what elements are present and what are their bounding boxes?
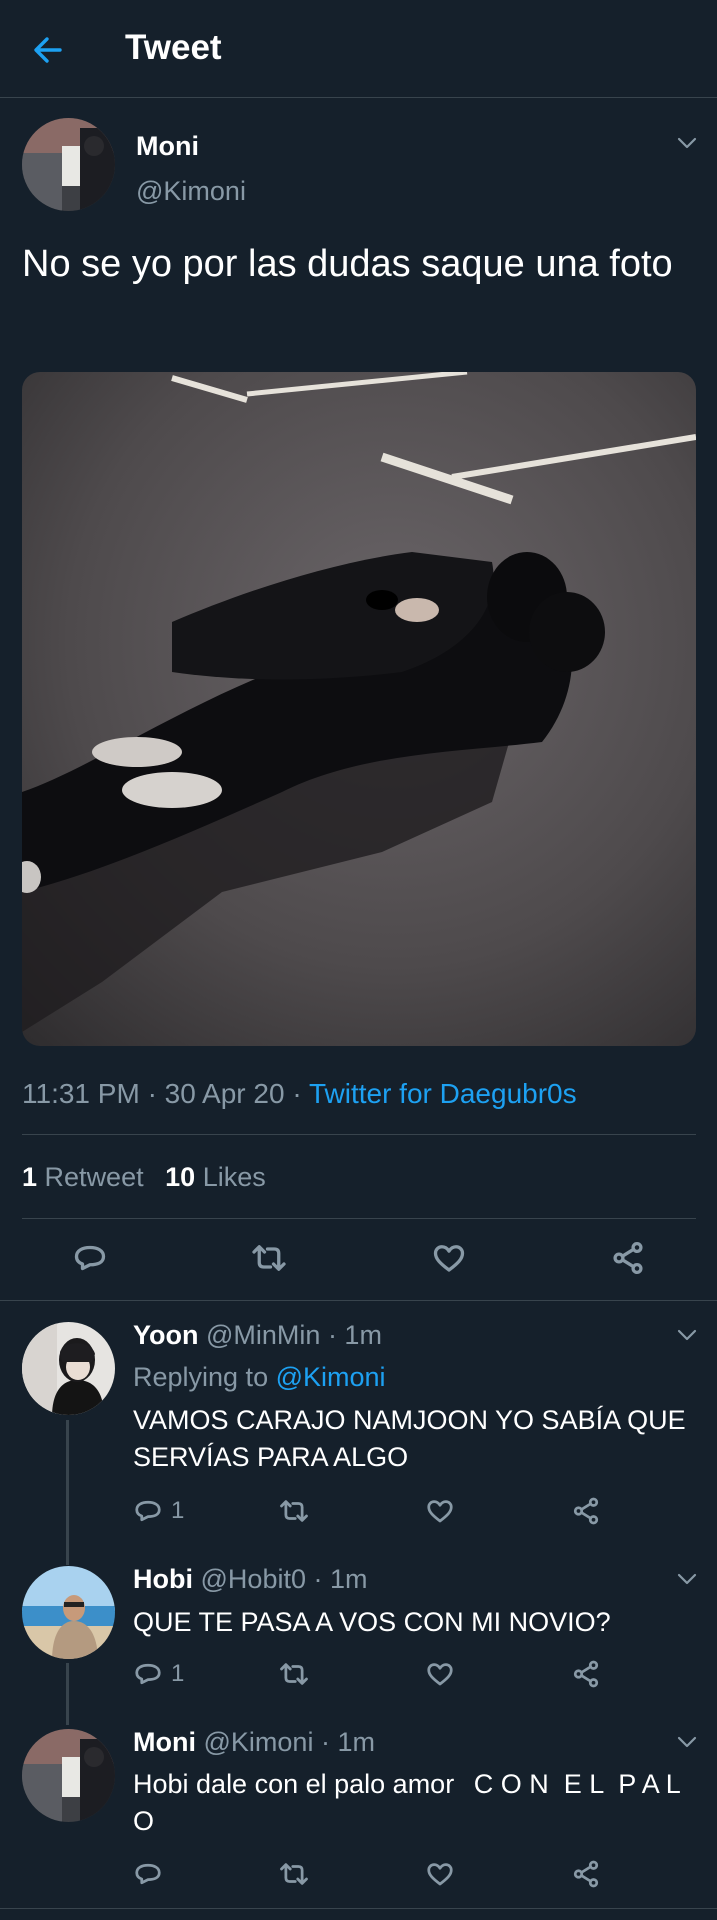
retweet-button[interactable] (278, 1496, 310, 1526)
replying-to-handle[interactable]: @Kimoni (276, 1362, 386, 1392)
reply-text: Hobi dale con el palo amor C O N E L P A… (133, 1766, 703, 1840)
chevron-down-icon (677, 1329, 697, 1341)
tweet-menu-button[interactable] (675, 131, 699, 155)
like-button[interactable] (425, 1496, 455, 1526)
reply-author-handle[interactable]: @MinMin (206, 1320, 320, 1350)
share-button[interactable] (610, 1240, 646, 1276)
reply-author-name[interactable]: Moni (133, 1727, 196, 1757)
avatar[interactable] (22, 1729, 115, 1822)
reply-menu-button[interactable] (675, 1730, 699, 1754)
share-icon (613, 1241, 643, 1275)
like-button[interactable] (425, 1859, 455, 1889)
like-button[interactable] (425, 1659, 455, 1689)
tweet-photo[interactable] (22, 372, 696, 1046)
reply-icon (135, 1500, 161, 1522)
back-arrow-icon (34, 37, 62, 63)
likes-link[interactable]: 10 Likes (165, 1162, 266, 1192)
share-button[interactable] (571, 1659, 601, 1689)
page-title: Tweet (125, 28, 222, 67)
tweet-source-link[interactable]: Twitter for Daegubr0s (309, 1078, 577, 1109)
avatar[interactable] (22, 1566, 115, 1659)
like-label: Likes (202, 1162, 266, 1192)
reply-count: 1 (171, 1660, 185, 1687)
reply-time: · 1m (327, 1320, 382, 1350)
reply-count: 1 (171, 1497, 185, 1524)
avatar[interactable] (22, 118, 115, 211)
reply-author-handle[interactable]: @Kimoni (204, 1727, 314, 1757)
retweet-icon (280, 1663, 308, 1685)
reply-icon (135, 1863, 161, 1885)
meta-separator: · (147, 1078, 157, 1109)
thread-connector (66, 1663, 69, 1725)
chevron-down-icon (677, 137, 697, 149)
reply-button[interactable] (72, 1240, 108, 1276)
reply-actions: 1 (133, 1657, 613, 1691)
meta-separator: · (292, 1078, 302, 1109)
reply-time: · 1m (313, 1564, 368, 1594)
avatar[interactable] (22, 1322, 115, 1415)
reply-text: QUE TE PASA A VOS CON MI NOVIO? (133, 1607, 611, 1637)
like-count: 10 (165, 1162, 196, 1192)
author-handle[interactable]: @Kimoni (136, 176, 246, 207)
share-button[interactable] (571, 1859, 601, 1889)
back-button[interactable] (28, 30, 68, 70)
reply-author-handle[interactable]: @Hobit0 (201, 1564, 306, 1594)
retweet-icon (252, 1245, 286, 1271)
reply-time: · 1m (320, 1727, 375, 1757)
retweet-button[interactable] (278, 1659, 310, 1689)
reply-text: VAMOS CARAJO NAMJOON YO SABÍA QUE SERVÍA… (133, 1405, 686, 1472)
reply-icon (135, 1663, 161, 1685)
retweet-icon (280, 1863, 308, 1885)
reply-menu-button[interactable] (675, 1567, 699, 1591)
reply-header: Hobi @Hobit0 · 1m (133, 1564, 368, 1595)
reply-author-name[interactable]: Hobi (133, 1564, 193, 1594)
share-button[interactable] (571, 1496, 601, 1526)
like-icon (427, 1863, 453, 1886)
tweet-time: 11:31 PM (22, 1078, 140, 1109)
share-icon (573, 1660, 599, 1688)
like-icon (427, 1663, 453, 1686)
reply-button[interactable] (133, 1859, 163, 1889)
reply-button[interactable]: 1 (133, 1494, 184, 1528)
reply-author-name[interactable]: Yoon (133, 1320, 198, 1350)
thread-connector (66, 1420, 69, 1565)
retweet-button[interactable] (250, 1240, 288, 1276)
reply-menu-button[interactable] (675, 1323, 699, 1347)
reply-button[interactable]: 1 (133, 1657, 184, 1691)
share-icon (573, 1497, 599, 1525)
tweet-meta: 11:31 PM · 30 Apr 20 · Twitter for Daegu… (22, 1078, 577, 1110)
retweets-link[interactable]: 1 Retweet (22, 1162, 151, 1192)
top-bar: Tweet (0, 0, 717, 97)
share-icon (573, 1860, 599, 1888)
retweet-count: 1 (22, 1162, 38, 1192)
like-icon (427, 1500, 453, 1523)
tweet-date: 30 Apr 20 (164, 1078, 285, 1109)
chevron-down-icon (677, 1573, 697, 1585)
reply-header: Yoon @MinMin · 1m (133, 1320, 382, 1351)
replying-to-label: Replying to (133, 1362, 269, 1392)
tweet-text: No se yo por las dudas saque una foto (22, 243, 673, 285)
reply-text-main: Hobi dale con el palo amor (133, 1769, 455, 1799)
author-name[interactable]: Moni (136, 131, 199, 162)
reply-header: Moni @Kimoni · 1m (133, 1727, 375, 1758)
tweet-stats: 1 Retweet 10 Likes (22, 1162, 266, 1193)
retweet-label: Retweet (44, 1162, 144, 1192)
reply-icon (74, 1245, 106, 1271)
like-button[interactable] (431, 1240, 467, 1276)
retweet-icon (280, 1500, 308, 1522)
like-icon (433, 1245, 465, 1272)
reply-actions (133, 1857, 613, 1891)
reply-actions: 1 (133, 1494, 613, 1528)
replying-to: Replying to @Kimoni (133, 1362, 386, 1393)
retweet-button[interactable] (278, 1859, 310, 1889)
chevron-down-icon (677, 1736, 697, 1748)
